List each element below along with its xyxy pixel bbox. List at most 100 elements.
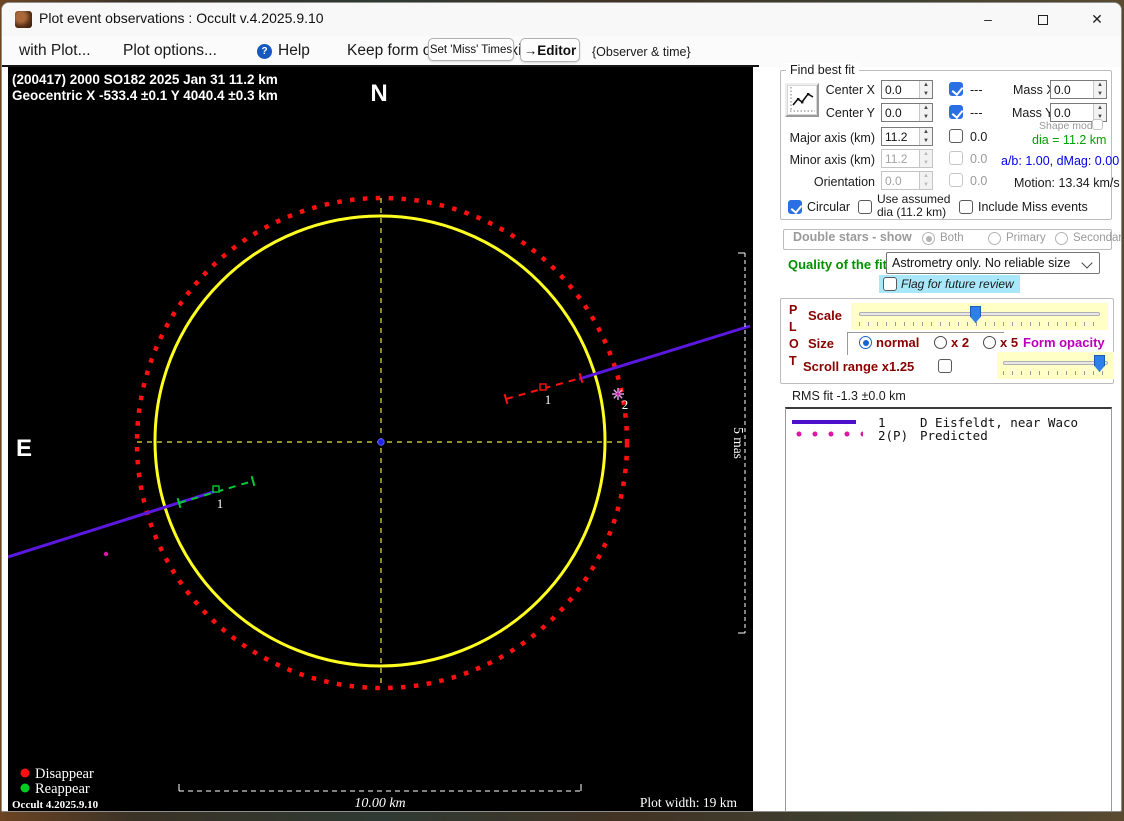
maximize-button[interactable]	[1022, 6, 1064, 33]
minor-axis-value[interactable]: 11.2	[882, 150, 919, 167]
mass-x-value[interactable]: 0.0	[1051, 81, 1093, 98]
shape-model-checkbox[interactable]	[1092, 119, 1103, 130]
double-stars-secondary-radio[interactable]	[1055, 232, 1068, 245]
set-miss-times-button[interactable]: Set 'Miss' Times	[428, 38, 514, 61]
plot-canvas[interactable]: 1 1 2 (200417) 2000 SO182 2025 Jan 31 11…	[7, 67, 753, 811]
observation-row[interactable]: 2(P) Predicted	[786, 428, 1111, 443]
center-x-value[interactable]: 0.0	[882, 81, 919, 98]
center-y-fit-checkbox[interactable]	[949, 105, 963, 119]
spin-down-arrow[interactable]: ▼	[1094, 90, 1106, 99]
circular-label: Circular	[807, 200, 851, 214]
plot-header-line2: Geocentric X -533.4 ±0.1 Y 4040.4 ±0.3 k…	[12, 88, 278, 103]
include-miss-events-checkbox[interactable]	[959, 200, 973, 214]
disappear-dot-icon	[20, 768, 30, 778]
predicted-path-dot	[103, 551, 109, 557]
ab-dmag-label: a/b: 1.00, dMag: 0.00	[1001, 154, 1120, 168]
observation-row[interactable]: 1 D Eisfeldt, near Waco	[786, 415, 1111, 430]
major-axis-suffix: 0.0	[970, 130, 988, 144]
size-x5-radio[interactable]	[983, 336, 996, 349]
mass-y-label: Mass Y	[1012, 106, 1054, 120]
observations-listbox[interactable]: 1 D Eisfeldt, near Waco 2(P) Predicted	[785, 407, 1112, 811]
plot-letter-l: L	[789, 320, 797, 334]
spin-up-arrow[interactable]: ▲	[920, 128, 932, 137]
spin-up-arrow[interactable]: ▲	[920, 172, 932, 181]
flag-review-checkbox[interactable]	[883, 277, 897, 291]
scale-slider-thumb[interactable]	[970, 306, 981, 323]
app-window: Plot event observations : Occult v.4.202…	[1, 2, 1122, 812]
quality-of-fit-dropdown[interactable]: Astrometry only. No reliable size	[886, 252, 1100, 274]
size-normal-radio[interactable]	[859, 336, 872, 349]
spin-up-arrow[interactable]: ▲	[920, 150, 932, 159]
include-miss-events-label: Include Miss events	[978, 200, 1088, 214]
center-y-value[interactable]: 0.0	[882, 104, 919, 121]
orientation-value[interactable]: 0.0	[882, 172, 919, 189]
center-x-fit-checkbox[interactable]	[949, 82, 963, 96]
double-stars-primary-radio[interactable]	[988, 232, 1001, 245]
help-icon: ?	[257, 44, 272, 59]
orientation-spinner[interactable]: 0.0 ▲ ▼	[881, 171, 933, 190]
menu-with-plot[interactable]: with Plot...	[19, 42, 91, 60]
minimize-button[interactable]: –	[967, 6, 1009, 33]
orientation-label: Orientation	[813, 175, 875, 189]
minor-axis-fit-checkbox[interactable]	[949, 151, 963, 165]
scale-slider[interactable]	[851, 303, 1108, 330]
scroll-range-checkbox[interactable]	[938, 359, 952, 373]
spin-down-arrow[interactable]: ▼	[920, 113, 932, 122]
spin-up-arrow[interactable]: ▲	[920, 104, 932, 113]
disappear-label: Disappear	[35, 766, 94, 782]
form-opacity-track[interactable]	[1003, 361, 1108, 365]
spin-down-arrow[interactable]: ▼	[920, 181, 932, 190]
north-label: N	[370, 80, 387, 107]
scale-slider-label: Scale	[808, 308, 842, 323]
major-axis-value[interactable]: 11.2	[882, 128, 919, 145]
quality-of-fit-value: Astrometry only. No reliable size	[892, 256, 1071, 270]
spin-down-arrow[interactable]: ▼	[920, 90, 932, 99]
minor-axis-suffix: 0.0	[970, 152, 988, 166]
scroll-range-label: Scroll range x1.25	[803, 359, 915, 374]
form-opacity-thumb[interactable]	[1094, 355, 1105, 372]
orientation-fit-checkbox[interactable]	[949, 173, 963, 187]
rms-fit-label: RMS fit -1.3 ±0.0 km	[792, 389, 906, 403]
spin-down-arrow[interactable]: ▼	[920, 137, 932, 146]
chord1-color-swatch	[792, 420, 856, 424]
plot-header-line1: (200417) 2000 SO182 2025 Jan 31 11.2 km	[12, 72, 278, 87]
size-x2-radio[interactable]	[934, 336, 947, 349]
motion-label: Motion: 13.34 km/s	[1014, 176, 1120, 190]
menu-plot-options[interactable]: Plot options...	[123, 42, 217, 60]
center-x-label: Center X	[825, 83, 875, 97]
menu-bar: with Plot... Plot options... ? Help Keep…	[2, 36, 1121, 67]
double-stars-both-radio[interactable]	[922, 232, 935, 245]
dia-value-label: dia = 11.2 km	[1032, 133, 1107, 147]
reappear-dot-icon	[20, 783, 30, 793]
major-axis-fit-checkbox[interactable]	[949, 129, 963, 143]
close-button[interactable]: ✕	[1076, 6, 1118, 33]
editor-button[interactable]: →Editor	[520, 38, 580, 62]
observation-number: 2(P)	[878, 428, 909, 443]
form-opacity-slider[interactable]	[997, 352, 1114, 379]
center-x-spinner[interactable]: 0.0 ▲ ▼	[881, 80, 933, 99]
center-y-spinner[interactable]: 0.0 ▲ ▼	[881, 103, 933, 122]
mass-x-spinner[interactable]: 0.0 ▲ ▼	[1050, 80, 1107, 99]
circular-checkbox[interactable]	[788, 200, 802, 214]
use-assumed-dia-checkbox[interactable]	[858, 200, 872, 214]
menu-help[interactable]: Help	[278, 42, 310, 60]
disappear-point-marker	[539, 383, 547, 391]
flag-review-container: Flag for future review	[879, 275, 1020, 293]
chord1-east-segment[interactable]	[578, 324, 751, 381]
double-stars-both-label: Both	[940, 232, 964, 244]
minor-axis-spinner[interactable]: 11.2 ▲ ▼	[881, 149, 933, 168]
observation-name: Predicted	[920, 428, 988, 443]
chord1-disappear-uncertainty	[503, 372, 584, 405]
find-best-fit-title: Find best fit	[786, 63, 859, 77]
spin-up-arrow[interactable]: ▲	[920, 81, 932, 90]
app-icon	[15, 11, 32, 28]
spin-up-arrow[interactable]: ▲	[1094, 104, 1106, 113]
spin-up-arrow[interactable]: ▲	[1094, 81, 1106, 90]
reappear-point-marker	[212, 485, 220, 493]
mass-y-value[interactable]: 0.0	[1051, 104, 1093, 121]
quality-of-fit-label: Quality of the fit	[788, 257, 887, 272]
use-assumed-dia-label: Use assumed dia (11.2 km)	[877, 192, 951, 219]
title-bar: Plot event observations : Occult v.4.202…	[2, 3, 1121, 36]
major-axis-spinner[interactable]: 11.2 ▲ ▼	[881, 127, 933, 146]
spin-down-arrow[interactable]: ▼	[920, 159, 932, 168]
